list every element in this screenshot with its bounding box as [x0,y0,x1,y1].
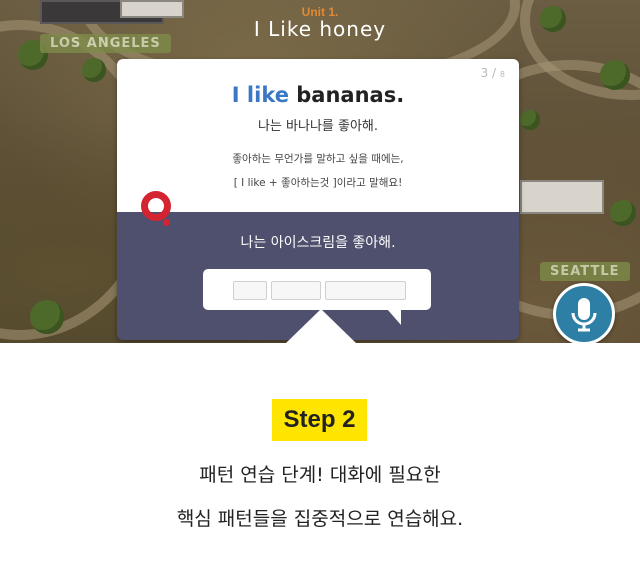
map-building [520,180,604,214]
page-total: 8 [499,70,505,79]
step-description-line2: 핵심 패턴들을 집중적으로 연습해요. [176,508,464,530]
map-tree [82,58,106,82]
answer-slot[interactable] [325,281,406,300]
page-counter: 3 / 8 [480,66,505,80]
section-pointer [285,309,357,344]
answer-slot[interactable] [233,281,267,300]
map-tree [610,200,636,226]
pattern-translation: 나는 바나나를 좋아해. [257,119,379,134]
answer-slot[interactable] [271,281,321,300]
unit-title: I Like honey [253,17,387,41]
pattern-highlight: I like [231,83,289,107]
step-badge: Step 2 [272,399,367,441]
pattern-hint-line1: 좋아하는 무언가를 말하고 싶을 때에는, [232,153,404,165]
map-tree [600,60,630,90]
map-tree [520,110,540,130]
card-pattern-panel: 3 / 8 I like bananas. 나는 바나나를 좋아해. 좋아하는 … [117,59,519,212]
page-current: 3 [480,66,489,80]
step-description-line1: 패턴 연습 단계! 대화에 필요한 [199,464,441,486]
microphone-button[interactable] [553,283,615,343]
map-sign: SEATTLE [540,262,630,281]
q-icon [141,191,171,221]
pattern-hint-line2: [ I like + 좋아하는것 ]이라고 말해요! [233,177,403,189]
pattern-rest: bananas. [288,83,405,107]
map-tree [30,300,64,334]
game-scene: LOS ANGELES SEATTLE Unit 1. I Like honey… [0,0,640,343]
lesson-card: 3 / 8 I like bananas. 나는 바나나를 좋아해. 좋아하는 … [117,59,519,340]
question-text: 나는 아이스크림을 좋아해. [240,235,396,251]
microphone-icon [571,298,597,332]
answer-bubble-tail [387,309,401,325]
pattern-sentence: I like bananas. [117,83,519,107]
answer-bubble [203,269,431,310]
q-icon-tail [163,219,170,226]
